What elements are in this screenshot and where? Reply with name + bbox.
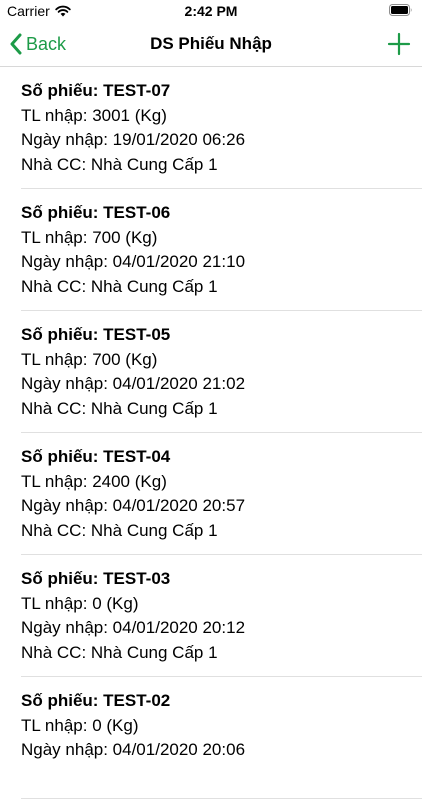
- receipt-number: Số phiếu: TEST-07: [21, 81, 171, 100]
- chevron-left-icon: [10, 33, 22, 55]
- battery-icon: [389, 4, 412, 16]
- receipt-weight: TL nhập: 700 (Kg): [21, 227, 158, 247]
- receipt-supplier: Nhà CC: Nhà Cung Cấp 1: [21, 520, 218, 540]
- receipt-number: Số phiếu: TEST-06: [21, 203, 171, 222]
- list-item[interactable]: Số phiếu: TEST-05 TL nhập: 700 (Kg) Ngày…: [0, 311, 422, 433]
- receipt-number: Số phiếu: TEST-02: [21, 691, 171, 710]
- receipt-date: Ngày nhập: 04/01/2020 20:12: [21, 618, 246, 637]
- receipt-date: Ngày nhập: 04/01/2020 21:10: [21, 252, 246, 271]
- receipt-supplier: Nhà CC: Nhà Cung Cấp 1: [21, 398, 218, 418]
- receipt-supplier: Nhà CC: Nhà Cung Cấp 1: [21, 154, 218, 174]
- receipt-number: Số phiếu: TEST-03: [21, 569, 171, 588]
- back-label: Back: [26, 33, 67, 54]
- receipt-supplier: Nhà CC: Nhà Cung Cấp 1: [21, 642, 218, 662]
- receipt-date: Ngày nhập: 04/01/2020 21:02: [21, 374, 246, 393]
- status-time: 2:42 PM: [184, 3, 238, 19]
- receipt-weight: TL nhập: 3001 (Kg): [21, 105, 167, 125]
- receipt-number: Số phiếu: TEST-05: [21, 325, 171, 344]
- list-item[interactable]: Số phiếu: TEST-07 TL nhập: 3001 (Kg) Ngà…: [0, 67, 422, 189]
- list-item[interactable]: Số phiếu: TEST-06 TL nhập: 700 (Kg) Ngày…: [0, 189, 422, 311]
- receipt-date: Ngày nhập: 04/01/2020 20:06: [21, 740, 246, 759]
- plus-icon[interactable]: [386, 31, 412, 57]
- receipt-list: Số phiếu: TEST-07 TL nhập: 3001 (Kg) Ngà…: [0, 67, 422, 799]
- status-bar: Carrier 2:42 PM: [0, 0, 422, 22]
- receipt-weight: TL nhập: 0 (Kg): [21, 715, 139, 735]
- receipt-weight: TL nhập: 700 (Kg): [21, 349, 158, 369]
- receipt-number: Số phiếu: TEST-04: [21, 447, 171, 466]
- list-item[interactable]: Số phiếu: TEST-04 TL nhập: 2400 (Kg) Ngà…: [0, 433, 422, 555]
- receipt-supplier: Nhà CC: Nhà Cung Cấp 1: [21, 276, 218, 296]
- receipt-weight: TL nhập: 2400 (Kg): [21, 471, 167, 491]
- receipt-date: Ngày nhập: 04/01/2020 20:57: [21, 496, 246, 515]
- navigation-bar: Back DS Phiếu Nhập: [0, 22, 422, 67]
- receipt-weight: TL nhập: 0 (Kg): [21, 593, 139, 613]
- back-button[interactable]: Back: [8, 22, 66, 66]
- list-item[interactable]: Số phiếu: TEST-03 TL nhập: 0 (Kg) Ngày n…: [0, 555, 422, 677]
- receipt-date: Ngày nhập: 19/01/2020 06:26: [21, 130, 246, 149]
- list-item[interactable]: Số phiếu: TEST-02 TL nhập: 0 (Kg) Ngày n…: [0, 677, 422, 799]
